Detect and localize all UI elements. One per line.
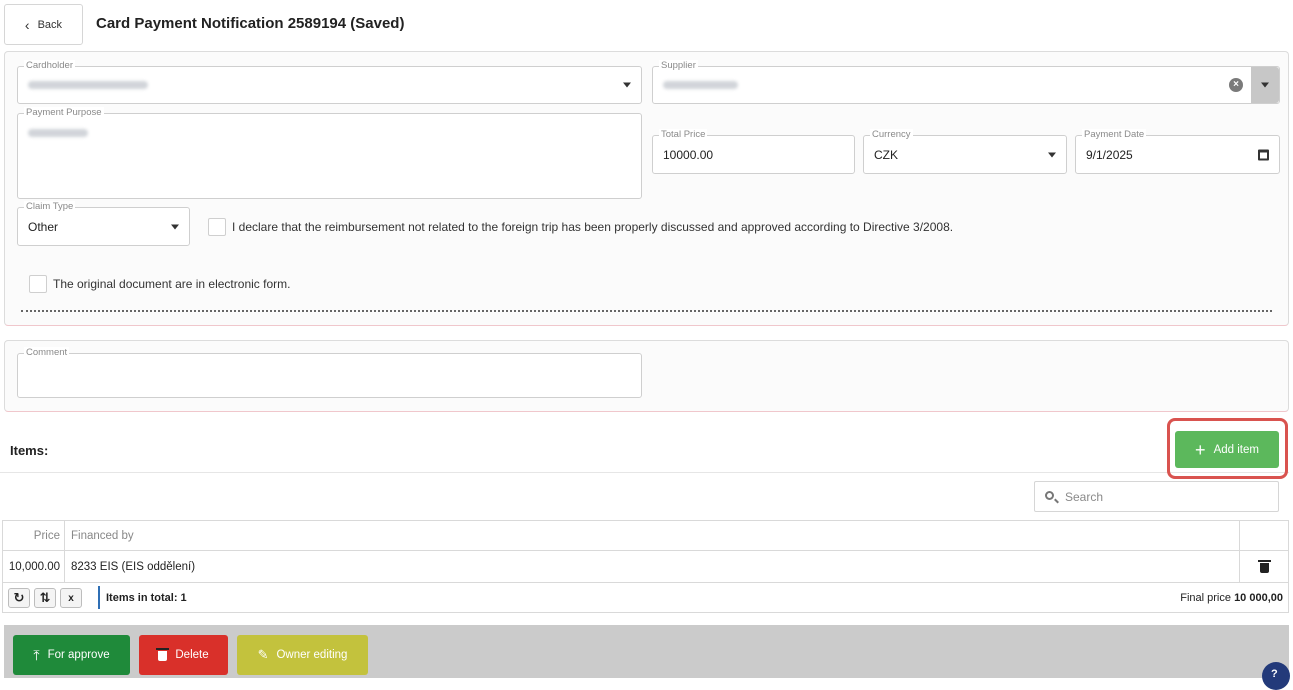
caret-down-icon — [171, 224, 179, 229]
back-button[interactable]: ‹ Back — [4, 4, 83, 45]
supplier-value-redacted — [663, 81, 738, 89]
currency-value: CZK — [874, 147, 898, 162]
column-header-price[interactable]: Price — [2, 521, 65, 550]
refresh-icon: ↻ — [13, 590, 25, 605]
excel-icon: x — [68, 592, 74, 604]
final-price: Final price 10 000,00 — [1180, 592, 1283, 604]
delete-label: Delete — [175, 649, 209, 661]
table-header-row: Price Financed by — [2, 520, 1289, 551]
separator — [98, 586, 100, 609]
search-placeholder: Search — [1065, 490, 1104, 504]
owner-editing-button[interactable]: ✎ Owner editing — [237, 635, 368, 675]
column-header-actions — [1239, 521, 1289, 550]
cardholder-label: Cardholder — [24, 60, 75, 72]
final-price-value: 10 000,00 — [1234, 592, 1283, 604]
back-label: Back — [37, 18, 63, 31]
total-price-input[interactable]: Total Price 10000.00 — [652, 129, 855, 174]
pencil-icon: ✎ — [257, 647, 269, 662]
export-excel-button[interactable]: x — [60, 588, 82, 608]
payment-purpose-label: Payment Purpose — [24, 107, 104, 119]
comment-label: Comment — [24, 347, 70, 359]
items-total: Items in total: 1 — [106, 592, 187, 604]
clear-icon[interactable]: × — [1229, 78, 1243, 92]
refresh-button[interactable]: ↻ — [8, 588, 30, 608]
columns-icon: ⇅ — [39, 590, 51, 605]
row-price: 10,000.00 — [2, 551, 65, 582]
supplier-label: Supplier — [659, 60, 698, 72]
declaration-checkbox[interactable] — [208, 218, 226, 236]
add-item-label: Add item — [1213, 443, 1259, 456]
claim-type-value: Other — [28, 219, 59, 234]
items-table: Price Financed by 10,000.00 8233 EIS (EI… — [2, 520, 1289, 613]
column-header-financed-by[interactable]: Financed by — [65, 521, 134, 550]
comment-textarea[interactable]: Comment — [17, 347, 642, 398]
payment-date-label: Payment Date — [1082, 129, 1147, 141]
table-footer: ↻ ⇅ x Items in total: 1 Final price 10 0… — [2, 583, 1289, 613]
chevron-left-icon: ‹ — [24, 16, 30, 33]
electronic-form-label: The original document are in electronic … — [53, 277, 291, 291]
claim-type-select[interactable]: Claim Type Other — [17, 201, 190, 246]
comment-card: Comment — [4, 340, 1289, 412]
currency-select[interactable]: Currency CZK — [863, 129, 1067, 174]
caret-down-icon — [623, 82, 631, 88]
cardholder-value-redacted — [28, 81, 148, 89]
payment-purpose-value-redacted — [28, 129, 88, 137]
action-bar: ⤒ For approve Delete ✎ Owner editing — [4, 625, 1289, 678]
supplier-select[interactable]: Supplier × — [652, 60, 1280, 104]
for-approve-button[interactable]: ⤒ For approve — [13, 635, 130, 675]
add-item-button[interactable]: + Add item — [1175, 431, 1279, 468]
total-price-label: Total Price — [659, 129, 708, 141]
plus-icon: + — [1195, 439, 1206, 460]
columns-button[interactable]: ⇅ — [34, 588, 56, 608]
payment-purpose-textarea[interactable]: Payment Purpose — [17, 107, 642, 199]
claim-type-label: Claim Type — [24, 201, 76, 213]
items-title: Items: — [10, 443, 49, 458]
payment-date-input[interactable]: Payment Date 9/1/2025 — [1075, 129, 1280, 174]
table-row[interactable]: 10,000.00 8233 EIS (EIS oddělení) — [2, 551, 1289, 583]
caret-down-icon — [1048, 152, 1056, 157]
caret-down-icon — [1261, 82, 1269, 88]
electronic-form-checkbox[interactable] — [29, 275, 47, 293]
currency-label: Currency — [870, 129, 913, 141]
trash-icon — [156, 648, 170, 661]
divider — [21, 310, 1272, 312]
payment-form-card: Cardholder Supplier × Payment Purpose To… — [4, 51, 1289, 326]
owner-editing-label: Owner editing — [276, 649, 348, 661]
supplier-dropdown-button[interactable] — [1251, 67, 1279, 103]
trash-icon — [1258, 559, 1271, 573]
help-icon[interactable] — [1262, 662, 1290, 690]
items-header: Items: — [0, 425, 1289, 473]
upload-icon: ⤒ — [33, 646, 40, 663]
search-input[interactable]: Search — [1034, 481, 1279, 512]
row-financed-by: 8233 EIS (EIS oddělení) — [71, 560, 196, 573]
page-title: Card Payment Notification 2589194 (Saved… — [96, 15, 405, 32]
for-approve-label: For approve — [47, 649, 110, 661]
payment-date-value: 9/1/2025 — [1086, 147, 1133, 162]
cardholder-select[interactable]: Cardholder — [17, 60, 642, 104]
calendar-icon[interactable] — [1258, 149, 1269, 160]
delete-button[interactable]: Delete — [139, 635, 228, 675]
declaration-label: I declare that the reimbursement not rel… — [232, 220, 954, 234]
final-price-label: Final price — [1180, 592, 1231, 604]
delete-row-button[interactable] — [1239, 551, 1289, 582]
total-price-value: 10000.00 — [663, 147, 714, 162]
search-icon — [1045, 491, 1054, 500]
